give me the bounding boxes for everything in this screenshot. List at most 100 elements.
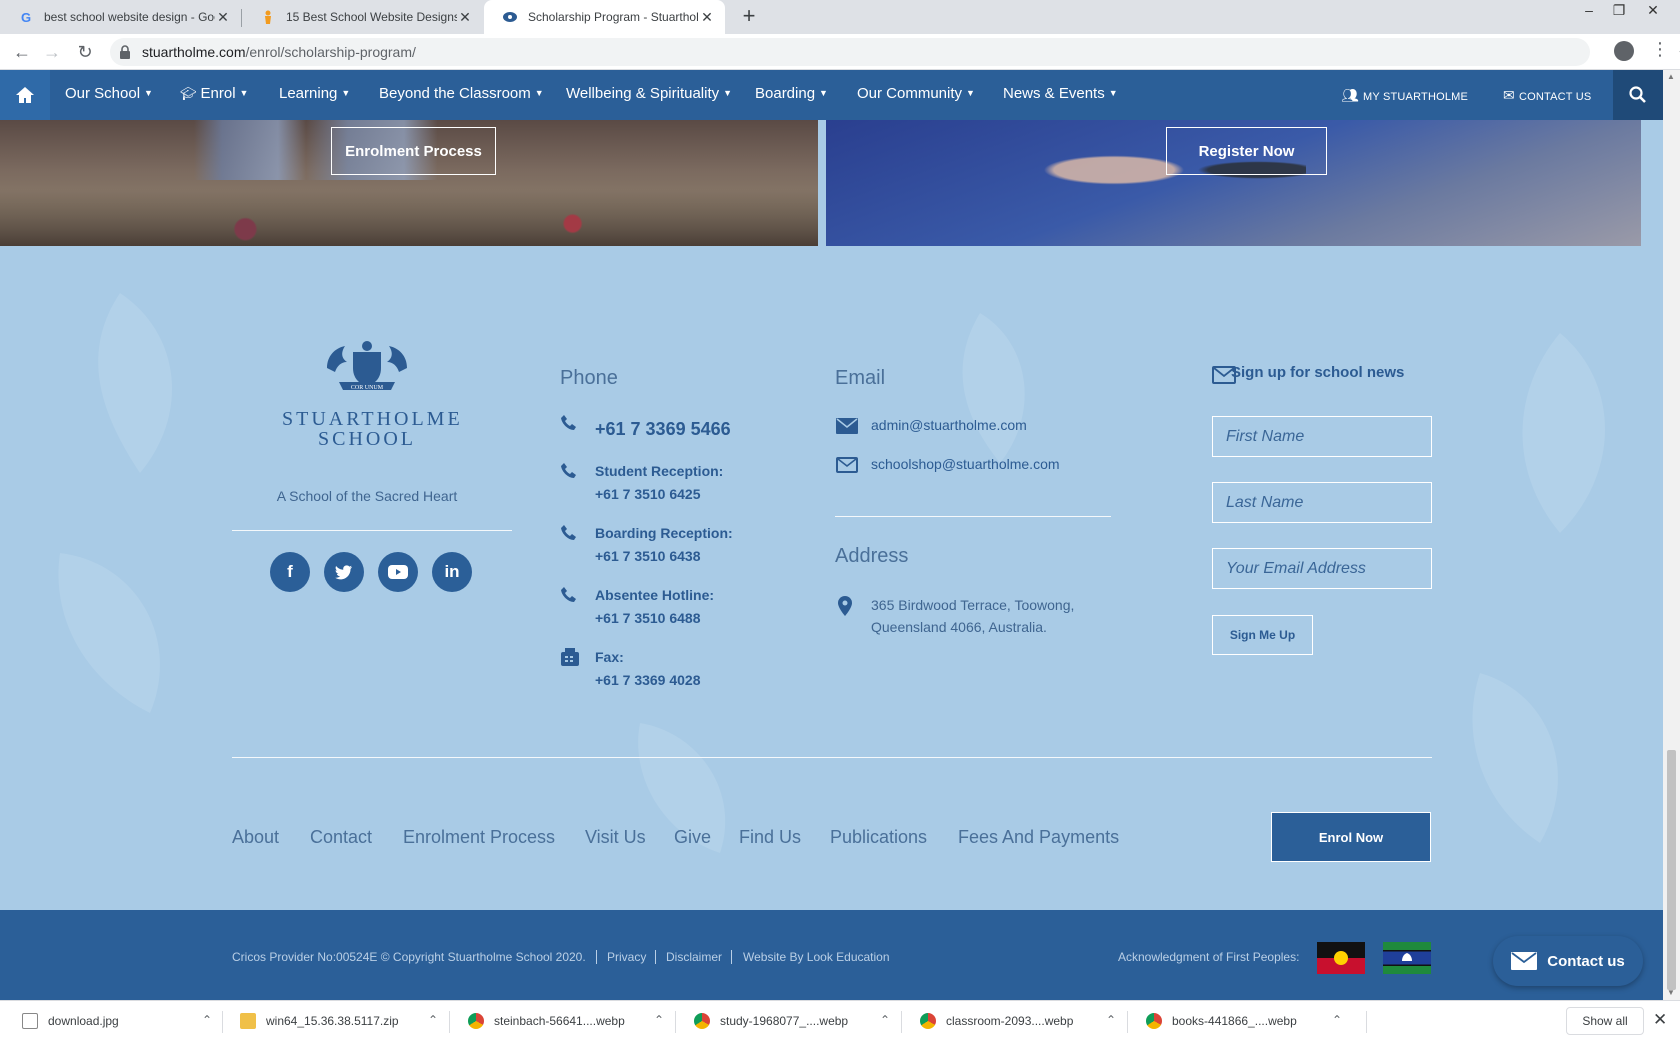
- reload-icon[interactable]: ↻: [73, 40, 97, 64]
- enrol-now-button[interactable]: Enrol Now: [1271, 812, 1431, 862]
- download-item[interactable]: classroom-2093....webp ⌃: [920, 1009, 1116, 1033]
- download-item[interactable]: study-1968077_....webp ⌃: [694, 1009, 890, 1033]
- nav-my-stuartholme[interactable]: 👥︎ MY STUARTHOLME: [1341, 87, 1468, 104]
- footer-link-about[interactable]: About: [232, 827, 279, 848]
- show-all-downloads-button[interactable]: Show all: [1566, 1007, 1644, 1035]
- browser-tab-3-active[interactable]: Scholarship Program - Stuartholm ✕: [484, 0, 725, 34]
- website-credit-link[interactable]: Website By Look Education: [743, 950, 890, 964]
- twitter-icon[interactable]: [324, 552, 364, 592]
- chevron-up-icon[interactable]: ⌃: [1106, 1013, 1116, 1027]
- boarding-reception-number[interactable]: +61 7 3510 6438: [595, 548, 701, 564]
- search-icon: [1629, 86, 1646, 103]
- footer-link-find-us[interactable]: Find Us: [739, 827, 801, 848]
- scrollbar-thumb[interactable]: [1667, 750, 1676, 990]
- chevron-up-icon[interactable]: ⌃: [880, 1013, 890, 1027]
- separator: [1366, 1011, 1367, 1033]
- register-now-button[interactable]: Register Now: [1166, 127, 1327, 175]
- page-scrollbar[interactable]: ▲ ▼: [1663, 70, 1680, 1000]
- youtube-icon[interactable]: [378, 552, 418, 592]
- footer-link-contact[interactable]: Contact: [310, 827, 372, 848]
- download-filename: books-441866_....webp: [1172, 1014, 1297, 1028]
- menu-kebab-icon[interactable]: ⋮: [1651, 39, 1669, 60]
- nav-label: Learning: [279, 85, 338, 102]
- footer-link-visit-us[interactable]: Visit Us: [585, 827, 646, 848]
- street-address: 365 Birdwood Terrace, Toowong, Queenslan…: [871, 594, 1074, 638]
- map-pin-icon: [838, 596, 852, 616]
- nav-learning[interactable]: Learning ▼: [279, 85, 350, 102]
- nav-boarding[interactable]: Boarding ▼: [755, 85, 828, 102]
- footer-link-enrolment-process[interactable]: Enrolment Process: [403, 827, 555, 848]
- privacy-link[interactable]: Privacy: [607, 950, 646, 964]
- admin-email-link[interactable]: admin@stuartholme.com: [871, 417, 1027, 433]
- chevron-up-icon[interactable]: ⌃: [1332, 1013, 1342, 1027]
- close-icon[interactable]: ✕: [699, 9, 715, 26]
- close-window-icon[interactable]: ✕: [1638, 0, 1668, 22]
- nav-wellbeing-spirituality[interactable]: Wellbeing & Spirituality ▼: [566, 85, 732, 102]
- chevron-down-icon: ▼: [239, 88, 249, 98]
- browser-tab-1[interactable]: G best school website design - Goo ✕: [0, 0, 241, 34]
- nav-beyond-the-classroom[interactable]: Beyond the Classroom ▼: [379, 85, 544, 102]
- url-host: stuartholme.com: [142, 44, 246, 60]
- chevron-up-icon[interactable]: ⌃: [428, 1013, 438, 1027]
- contact-us-floating-button[interactable]: Contact us: [1493, 936, 1643, 986]
- nav-news-events[interactable]: News & Events ▼: [1003, 85, 1118, 102]
- contact-us-label: Contact us: [1547, 952, 1625, 970]
- account-icon[interactable]: [1614, 41, 1634, 61]
- close-shelf-icon[interactable]: ✕: [1653, 1010, 1667, 1030]
- email-address-input[interactable]: [1212, 548, 1432, 589]
- crest-icon: [502, 9, 518, 25]
- browser-tab-2[interactable]: 15 Best School Website Designs | ✕: [242, 0, 483, 34]
- absentee-hotline-number[interactable]: +61 7 3510 6488: [595, 610, 701, 626]
- download-filename: win64_15.36.38.5117.zip: [266, 1014, 399, 1028]
- chevron-up-icon[interactable]: ⌃: [202, 1013, 212, 1027]
- address-line-1: 365 Birdwood Terrace, Toowong,: [871, 597, 1075, 613]
- student-reception-number[interactable]: +61 7 3510 6425: [595, 486, 701, 502]
- back-icon[interactable]: ←: [10, 40, 34, 64]
- envelope-icon: [836, 418, 858, 434]
- zip-file-icon: [240, 1013, 256, 1029]
- restore-icon[interactable]: ❐: [1604, 0, 1634, 22]
- search-button[interactable]: [1613, 70, 1663, 120]
- address-bar[interactable]: stuartholme.com/enrol/scholarship-progra…: [110, 38, 1680, 66]
- close-icon[interactable]: ✕: [457, 9, 473, 26]
- nav-enrol[interactable]: 🎓︎ Enrol ▼: [180, 85, 248, 102]
- school-tagline: A School of the Sacred Heart: [276, 488, 458, 504]
- chevron-up-icon[interactable]: ⌃: [654, 1013, 664, 1027]
- sign-me-up-button[interactable]: Sign Me Up: [1212, 615, 1313, 655]
- nav-contact-us[interactable]: ✉︎ CONTACT US: [1503, 87, 1591, 104]
- chevron-down-icon: ▼: [1108, 88, 1118, 98]
- nav-our-school[interactable]: Our School ▼: [65, 85, 153, 102]
- hero-tile-register: Register Now: [826, 120, 1641, 246]
- minimize-icon[interactable]: ‒: [1574, 0, 1604, 22]
- footer-link-give[interactable]: Give: [674, 827, 711, 848]
- footer-link-publications[interactable]: Publications: [830, 827, 927, 848]
- phone-icon: [561, 463, 576, 478]
- school-crest-icon: COR UNUM: [327, 341, 407, 391]
- facebook-icon[interactable]: f: [270, 552, 310, 592]
- download-item[interactable]: steinbach-56641....webp ⌃: [468, 1009, 664, 1033]
- enrolment-process-button[interactable]: Enrolment Process: [331, 127, 496, 175]
- nav-label: News & Events: [1003, 85, 1105, 102]
- scroll-down-arrow-icon[interactable]: ▼: [1667, 988, 1675, 997]
- student-reception-label: Student Reception:: [595, 463, 724, 479]
- linkedin-icon[interactable]: in: [432, 552, 472, 592]
- close-icon[interactable]: ✕: [215, 9, 231, 26]
- main-phone-number[interactable]: +61 7 3369 5466: [595, 419, 731, 440]
- home-button[interactable]: [0, 70, 50, 120]
- scroll-up-arrow-icon[interactable]: ▲: [1667, 72, 1675, 81]
- schoolshop-email-link[interactable]: schoolshop@stuartholme.com: [871, 456, 1060, 472]
- first-name-input[interactable]: [1212, 416, 1432, 457]
- forward-icon[interactable]: →: [40, 40, 64, 64]
- download-item[interactable]: download.jpg ⌃: [22, 1009, 212, 1033]
- separator: [731, 950, 732, 964]
- nav-our-community[interactable]: Our Community ▼: [857, 85, 975, 102]
- download-item[interactable]: books-441866_....webp ⌃: [1146, 1009, 1342, 1033]
- download-item[interactable]: win64_15.36.38.5117.zip ⌃: [240, 1009, 438, 1033]
- last-name-input[interactable]: [1212, 482, 1432, 523]
- main-navigation: Our School ▼ 🎓︎ Enrol ▼ Learning ▼ Beyond th…: [0, 70, 1663, 120]
- disclaimer-link[interactable]: Disclaimer: [666, 950, 722, 964]
- footer-link-fees-and-payments[interactable]: Fees And Payments: [958, 827, 1119, 848]
- phone-heading: Phone: [560, 367, 618, 389]
- chevron-down-icon: ▼: [341, 88, 351, 98]
- new-tab-button[interactable]: +: [737, 4, 761, 30]
